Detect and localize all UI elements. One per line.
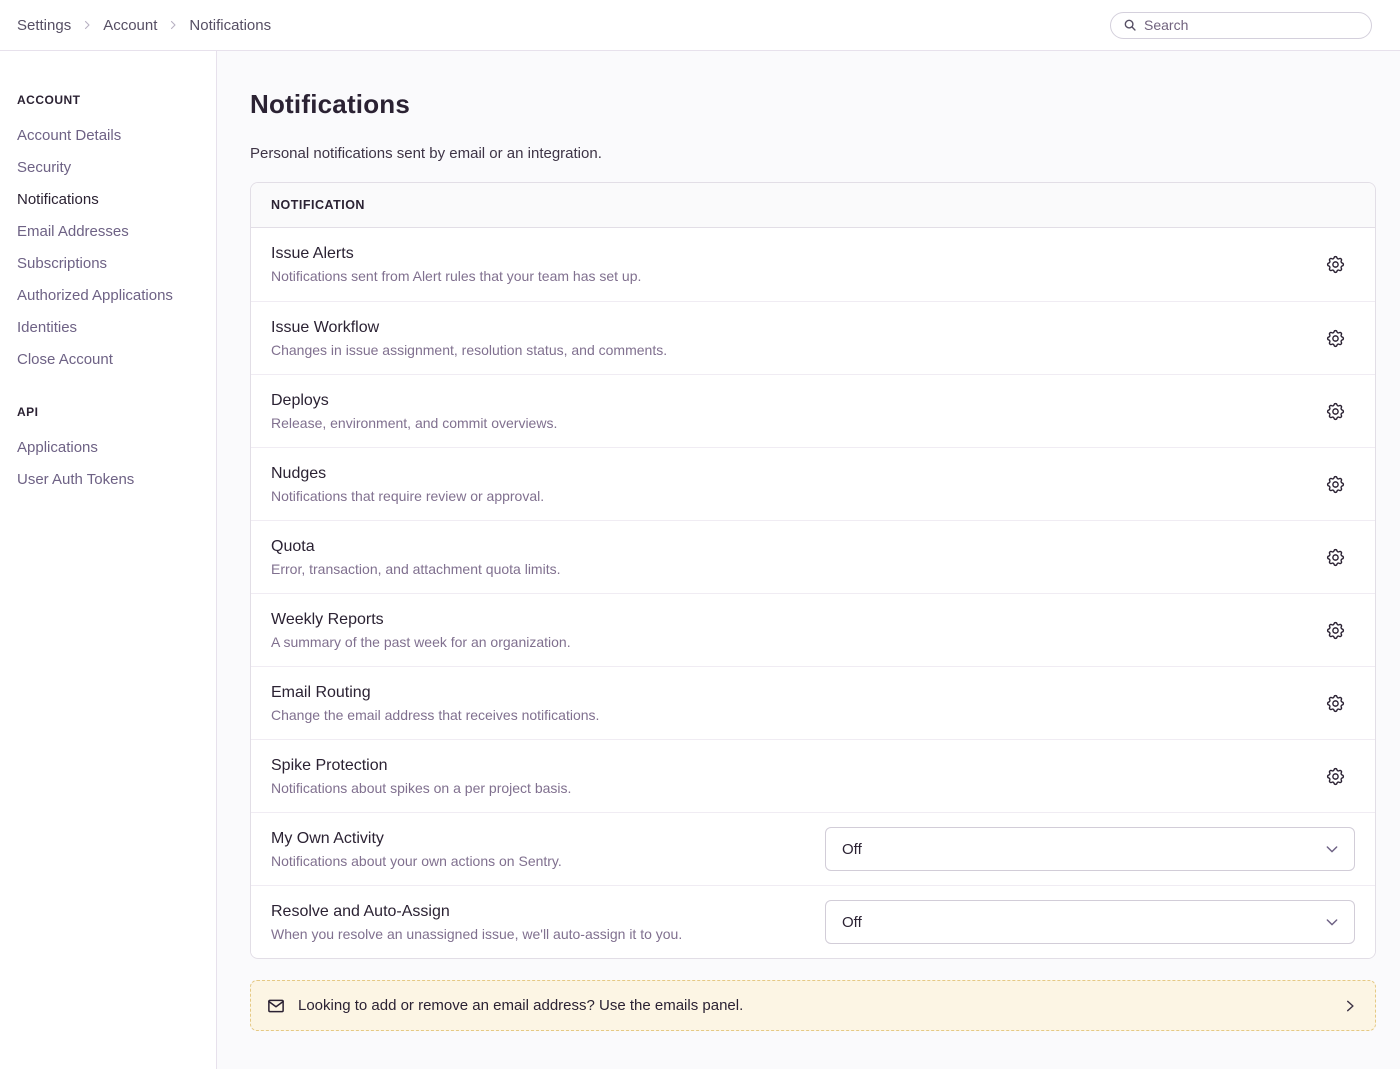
settings-page: Settings Account Notifications ACCOUNT Acc… <box>0 0 1400 1069</box>
row-title: Nudges <box>271 465 544 483</box>
breadcrumb-item[interactable]: Account <box>103 17 157 34</box>
gear-icon[interactable] <box>1321 397 1349 425</box>
notification-row: Resolve and Auto-Assign When you resolve… <box>251 885 1375 958</box>
row-title: Weekly Reports <box>271 611 571 629</box>
panel-rows: Issue Alerts Notifications sent from Ale… <box>251 228 1375 958</box>
sidebar-item-email-addresses[interactable]: Email Addresses <box>17 217 206 249</box>
notification-select[interactable]: Off <box>825 900 1355 944</box>
sidebar-item-security[interactable]: Security <box>17 153 206 185</box>
panel-header: NOTIFICATION <box>251 183 1375 228</box>
notification-row: Email Routing Change the email address t… <box>251 666 1375 739</box>
page-title: Notifications <box>250 89 1376 120</box>
search-box[interactable] <box>1110 12 1372 39</box>
notification-row: Weekly Reports A summary of the past wee… <box>251 593 1375 666</box>
chevron-right-icon <box>81 19 93 31</box>
row-title: Quota <box>271 538 560 556</box>
row-title: Deploys <box>271 392 557 410</box>
page-description: Personal notifications sent by email or … <box>250 145 1376 162</box>
sidebar-item-account-details[interactable]: Account Details <box>17 121 206 153</box>
row-description: Notifications sent from Alert rules that… <box>271 268 641 284</box>
chevron-down-icon <box>1324 914 1340 930</box>
sidebar-section-heading: API <box>17 405 206 419</box>
notification-row: Quota Error, transaction, and attachment… <box>251 520 1375 593</box>
search-input[interactable] <box>1144 17 1359 33</box>
envelope-icon <box>267 997 285 1015</box>
row-title: Issue Workflow <box>271 319 667 337</box>
notifications-panel: NOTIFICATION Issue Alerts Notifications … <box>250 182 1376 959</box>
sidebar-section-heading: ACCOUNT <box>17 93 206 107</box>
notification-row: Nudges Notifications that require review… <box>251 447 1375 520</box>
row-description: Changes in issue assignment, resolution … <box>271 342 667 358</box>
main-content: Notifications Personal notifications sen… <box>217 51 1400 1069</box>
breadcrumb-item[interactable]: Settings <box>17 17 71 34</box>
row-description: Notifications about spikes on a per proj… <box>271 780 571 796</box>
gear-icon[interactable] <box>1321 762 1349 790</box>
select-value: Off <box>842 914 862 931</box>
gear-icon[interactable] <box>1321 616 1349 644</box>
settings-sidebar: ACCOUNT Account DetailsSecurityNotificat… <box>0 51 217 1069</box>
chevron-right-icon <box>1343 999 1357 1013</box>
row-description: Error, transaction, and attachment quota… <box>271 561 560 577</box>
row-description: When you resolve an unassigned issue, we… <box>271 926 682 942</box>
chevron-down-icon <box>1324 841 1340 857</box>
row-description: Release, environment, and commit overvie… <box>271 415 557 431</box>
sidebar-item-applications[interactable]: Applications <box>17 433 206 465</box>
notification-row: Deploys Release, environment, and commit… <box>251 374 1375 447</box>
row-description: Notifications about your own actions on … <box>271 853 562 869</box>
row-description: A summary of the past week for an organi… <box>271 634 571 650</box>
sidebar-section-list: Account DetailsSecurityNotificationsEmai… <box>17 121 206 377</box>
search-icon <box>1123 18 1137 32</box>
notification-row: Spike Protection Notifications about spi… <box>251 739 1375 812</box>
row-title: My Own Activity <box>271 830 562 848</box>
notification-row: My Own Activity Notifications about your… <box>251 812 1375 885</box>
row-title: Email Routing <box>271 684 599 702</box>
breadcrumb: Settings Account Notifications <box>17 17 271 34</box>
sidebar-section: ACCOUNT Account DetailsSecurityNotificat… <box>17 93 206 377</box>
gear-icon[interactable] <box>1321 324 1349 352</box>
sidebar-item-notifications[interactable]: Notifications <box>17 185 206 217</box>
chevron-right-icon <box>167 19 179 31</box>
row-description: Change the email address that receives n… <box>271 707 599 723</box>
sidebar-item-user-auth-tokens[interactable]: User Auth Tokens <box>17 465 206 497</box>
notification-select[interactable]: Off <box>825 827 1355 871</box>
sidebar-item-identities[interactable]: Identities <box>17 313 206 345</box>
sidebar-item-close-account[interactable]: Close Account <box>17 345 206 377</box>
gear-icon[interactable] <box>1321 689 1349 717</box>
breadcrumb-item[interactable]: Notifications <box>189 17 271 34</box>
row-title: Resolve and Auto-Assign <box>271 903 682 921</box>
select-value: Off <box>842 841 862 858</box>
notification-row: Issue Workflow Changes in issue assignme… <box>251 301 1375 374</box>
gear-icon[interactable] <box>1321 470 1349 498</box>
gear-icon[interactable] <box>1321 251 1349 279</box>
sidebar-item-authorized-applications[interactable]: Authorized Applications <box>17 281 206 313</box>
sidebar-item-subscriptions[interactable]: Subscriptions <box>17 249 206 281</box>
notification-row: Issue Alerts Notifications sent from Ale… <box>251 228 1375 301</box>
gear-icon[interactable] <box>1321 543 1349 571</box>
emails-panel-banner[interactable]: Looking to add or remove an email addres… <box>250 980 1376 1031</box>
row-title: Spike Protection <box>271 757 571 775</box>
banner-text: Looking to add or remove an email addres… <box>298 997 1330 1014</box>
sidebar-section: API ApplicationsUser Auth Tokens <box>17 405 206 497</box>
row-title: Issue Alerts <box>271 245 641 263</box>
row-description: Notifications that require review or app… <box>271 488 544 504</box>
top-bar: Settings Account Notifications <box>0 0 1400 51</box>
sidebar-section-list: ApplicationsUser Auth Tokens <box>17 433 206 497</box>
